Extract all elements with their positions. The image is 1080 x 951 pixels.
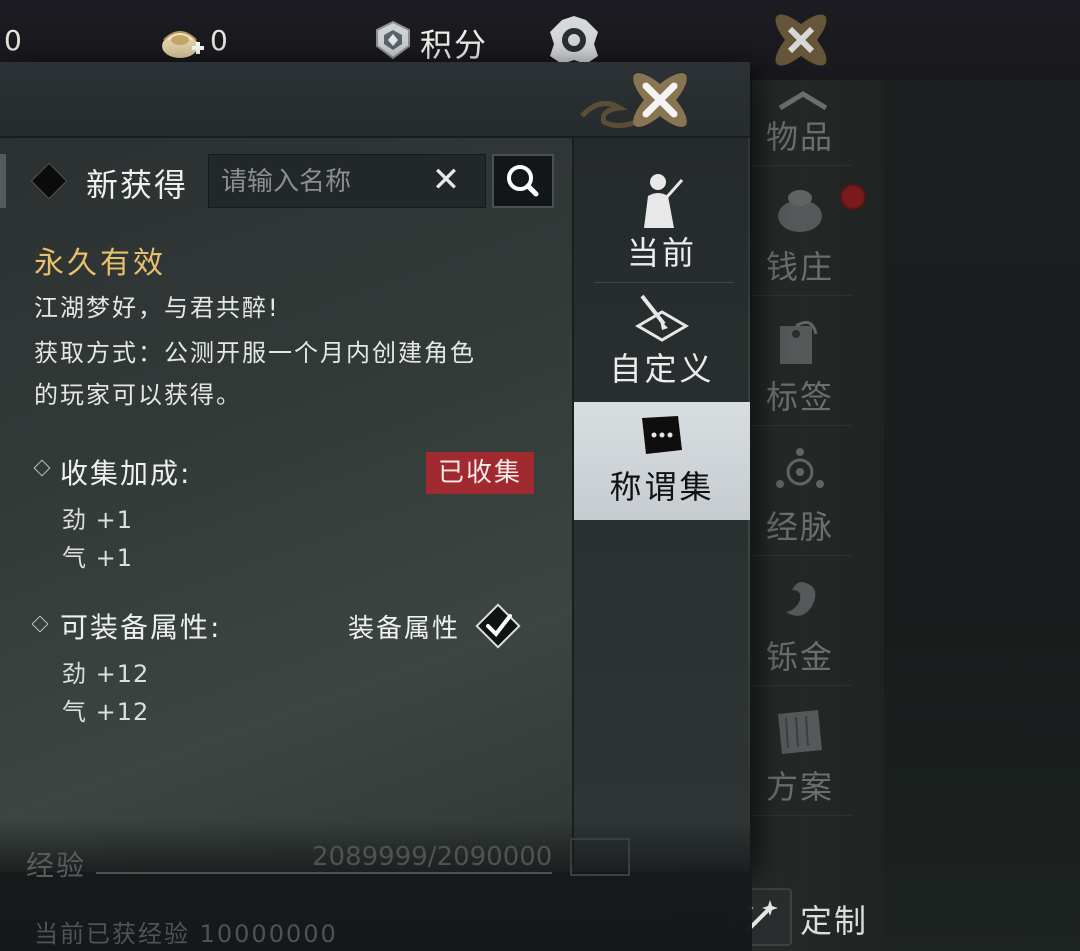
title-motto: 江湖梦好，与君共醉! [34,294,280,322]
equip-attributes-title: 可装备属性: [60,611,222,644]
menu-label: 物品 [766,118,835,156]
stat-line: 气 +1 [62,544,134,572]
score-label: 积分 [420,26,489,64]
menu-label: 经脉 [766,508,835,546]
menu-item-items[interactable]: 物品 [752,80,852,166]
equip-toggle-label[interactable]: 装备属性 [348,608,460,645]
brush-icon [632,292,692,352]
speech-scroll-icon [638,414,686,462]
stat-line: 气 +12 [62,698,150,726]
exp-subtext: 当前已获经验 10000000 [34,920,338,948]
menu-label: 标签 [766,378,835,416]
ornament-flower-icon [756,0,846,84]
up-arrow-icon [778,90,828,114]
search-icon [507,165,539,197]
tab-current[interactable]: 当前 [574,138,750,284]
gold-ingot-add-icon[interactable] [158,20,206,68]
character-icon [636,170,686,234]
tag-icon [772,316,828,372]
notification-dot [840,184,866,210]
menu-label: 铄金 [766,638,835,676]
clear-search-button[interactable]: ✕ [428,160,464,200]
tab-column: 当前 自定义 称谓集 [572,138,750,866]
meridian-icon [772,446,828,502]
exp-label: 经验 [26,849,87,882]
stat-line: 劲 +1 [62,506,134,534]
validity-text: 永久有效 [34,246,166,281]
acquire-description: 获取方式：公测开服一个月内创建角色 的玩家可以获得。 [34,332,534,416]
menu-item-meridian[interactable]: 经脉 [752,426,852,556]
acquire-line: 的玩家可以获得。 [34,381,242,409]
filter-label[interactable]: 新获得 [86,160,188,206]
prev-button[interactable] [0,154,6,208]
side-menu: 物品 钱庄 标签 经脉 铄金 方案 [752,80,884,951]
swirl-icon [772,576,828,632]
menu-item-plan[interactable]: 方案 [752,686,852,816]
exp-bar [96,872,552,874]
scroll-icon [772,706,828,762]
custom-label[interactable]: 定制 [800,896,868,942]
acquire-line: 获取方式：公测开服一个月内创建角色 [34,339,476,367]
menu-item-tags[interactable]: 标签 [752,296,852,426]
exp-button[interactable] [570,838,630,876]
collected-badge: 已收集 [426,452,534,494]
menu-item-alchemy[interactable]: 铄金 [752,556,852,686]
tab-titles[interactable]: 称谓集 [574,402,750,520]
menu-label: 方案 [766,768,835,806]
checkmark-icon [486,614,512,638]
tab-label: 当前 [626,234,697,272]
stat-line: 劲 +12 [62,660,150,688]
search-input[interactable] [221,163,421,201]
tab-custom[interactable]: 自定义 [574,284,750,402]
search-button[interactable] [492,154,554,208]
close-button[interactable] [580,60,710,144]
divider [594,282,734,283]
close-icon [580,73,687,128]
shield-badge-icon [374,20,412,64]
tab-label: 称谓集 [609,468,715,506]
ingot-value: 0 [210,24,228,57]
money-bag-icon [772,184,828,238]
background-area [884,80,1080,951]
exp-value: 2089999/2090000 [312,842,553,872]
tab-label: 自定义 [609,350,715,388]
currency-value: 0 [4,24,22,57]
menu-item-bank[interactable]: 钱庄 [752,166,852,296]
menu-label: 钱庄 [766,248,835,286]
collection-bonus-title: 收集加成: [60,457,192,490]
